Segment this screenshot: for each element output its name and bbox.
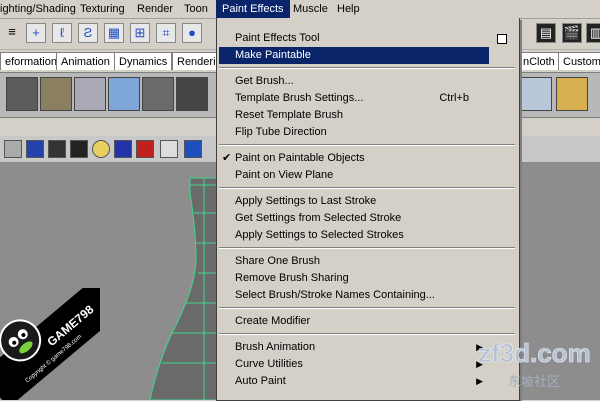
zf3d-watermark: zf3d.com 东坡社区 <box>478 338 591 389</box>
menu-item-select-brush-stroke-names[interactable]: Select Brush/Stroke Names Containing... <box>217 287 517 304</box>
menu-divider <box>219 247 515 249</box>
menu-item-label: Create Modifier <box>235 315 311 327</box>
menu-divider <box>219 67 515 69</box>
snap-curve-icon[interactable]: ⌗ <box>156 23 176 43</box>
menu-item-label: Template Brush Settings... <box>235 92 364 104</box>
smooth-shade-icon[interactable] <box>26 140 44 158</box>
tab-rendering[interactable]: Renderi <box>172 52 221 70</box>
menu-item-apply-settings-selected-strokes[interactable]: Apply Settings to Selected Strokes <box>217 227 517 244</box>
menu-item-get-settings-selected-stroke[interactable]: Get Settings from Selected Stroke <box>217 210 517 227</box>
menu-item-label: Paint on View Plane <box>235 169 334 181</box>
menu-texturing[interactable]: Texturing <box>80 0 125 18</box>
menu-item-apply-settings-last-stroke[interactable]: Apply Settings to Last Stroke <box>217 193 517 210</box>
menu-item-label: Brush Animation <box>235 341 316 353</box>
xray-icon[interactable] <box>114 140 132 158</box>
menu-paint-effects[interactable]: Paint Effects <box>216 0 290 18</box>
menu-item-paint-on-paintable-objects[interactable]: ✔ Paint on Paintable Objects <box>217 150 517 167</box>
brush-preset-icon[interactable] <box>40 77 72 111</box>
menu-item-get-brush[interactable]: Get Brush... <box>217 73 517 90</box>
snap-icon[interactable]: ⊞ <box>130 23 150 43</box>
red-cube-icon[interactable] <box>136 140 154 158</box>
menu-item-share-one-brush[interactable]: Share One Brush <box>217 253 517 270</box>
brush-preset-icon[interactable] <box>6 77 38 111</box>
tab-custom[interactable]: Custom <box>558 52 600 70</box>
ep-curve-icon[interactable]: Ƨ <box>78 23 98 43</box>
menu-toon[interactable]: Toon <box>184 0 208 18</box>
frame-icon[interactable] <box>160 140 178 158</box>
tab-animation[interactable]: Animation <box>56 52 115 70</box>
menu-item-label: Flip Tube Direction <box>235 126 327 138</box>
svg-text:zf3d.com: zf3d.com <box>478 338 591 368</box>
menu-bar: ighting/Shading Texturing Render Toon Pa… <box>0 0 600 19</box>
render-icon[interactable]: ▤ <box>536 23 556 43</box>
menu-item-label: Make Paintable <box>235 49 311 61</box>
menu-item-label: Remove Brush Sharing <box>235 272 349 284</box>
menu-item-paint-effects-tool[interactable]: Paint Effects Tool <box>217 30 517 47</box>
menu-muscle[interactable]: Muscle <box>293 0 328 18</box>
menu-item-label: Get Brush... <box>235 75 294 87</box>
menu-item-make-paintable[interactable]: Make Paintable <box>219 47 489 64</box>
menu-divider <box>219 144 515 146</box>
curve-tool-icon[interactable]: ℓ <box>52 23 72 43</box>
brush-preset-icon[interactable] <box>74 77 106 111</box>
tab-ncloth[interactable]: nCloth <box>518 52 560 70</box>
menu-item-label: Get Settings from Selected Stroke <box>235 212 402 224</box>
menu-item-label: Share One Brush <box>235 255 320 267</box>
tab-deformation[interactable]: eformation <box>0 52 62 70</box>
grid-icon[interactable]: ▦ <box>104 23 124 43</box>
brush-preset-icon[interactable] <box>520 77 552 111</box>
grid-toggle-icon[interactable] <box>184 140 202 158</box>
menu-item-label: Paint on Paintable Objects <box>235 152 365 164</box>
menu-item-label: Paint Effects Tool <box>235 32 320 44</box>
game798-logo: GAME798 Copyright © game798.com <box>0 288 100 400</box>
menu-item-create-modifier[interactable]: Create Modifier <box>217 313 517 330</box>
menu-item-reset-template-brush[interactable]: Reset Template Brush <box>217 107 517 124</box>
menu-item-label: Apply Settings to Selected Strokes <box>235 229 404 241</box>
option-box-icon[interactable] <box>497 34 507 44</box>
collapse-icon[interactable]: ≡ <box>2 23 22 43</box>
wireframe-cube-icon[interactable] <box>4 140 22 158</box>
menu-item-template-brush-settings[interactable]: Template Brush Settings... Ctrl+b <box>217 90 517 107</box>
lightbulb-icon[interactable] <box>92 140 110 158</box>
tab-dynamics[interactable]: Dynamics <box>114 52 173 70</box>
render-settings-icon[interactable]: ▥ <box>586 23 600 43</box>
sphere-icon[interactable]: ● <box>182 23 202 43</box>
menu-render[interactable]: Render <box>137 0 173 18</box>
clapboard-icon[interactable]: 🎬 <box>562 23 582 43</box>
texture-icon[interactable] <box>70 140 88 158</box>
brush-preset-icon[interactable] <box>142 77 174 111</box>
menu-help[interactable]: Help <box>337 0 360 18</box>
brush-preset-icon[interactable] <box>108 77 140 111</box>
menu-lighting-shading[interactable]: ighting/Shading <box>0 0 76 18</box>
menu-item-flip-tube-direction[interactable]: Flip Tube Direction <box>217 124 517 141</box>
menu-item-label: Select Brush/Stroke Names Containing... <box>235 289 435 301</box>
menu-item-label: Apply Settings to Last Stroke <box>235 195 377 207</box>
menu-item-remove-brush-sharing[interactable]: Remove Brush Sharing <box>217 270 517 287</box>
svg-text:东坡社区: 东坡社区 <box>508 374 560 389</box>
plus-icon[interactable]: + <box>26 23 46 43</box>
flat-shade-icon[interactable] <box>48 140 66 158</box>
menu-item-label: Reset Template Brush <box>235 109 344 121</box>
menu-divider <box>219 187 515 189</box>
brush-preset-icon[interactable] <box>556 77 588 111</box>
menu-divider <box>219 307 515 309</box>
checkmark-icon: ✔ <box>222 152 232 164</box>
menu-item-label: Auto Paint <box>235 375 286 387</box>
menu-item-label: Curve Utilities <box>235 358 303 370</box>
brush-preset-icon[interactable] <box>176 77 208 111</box>
shortcut-label: Ctrl+b <box>439 92 469 104</box>
menu-item-paint-on-view-plane[interactable]: Paint on View Plane <box>217 167 517 184</box>
